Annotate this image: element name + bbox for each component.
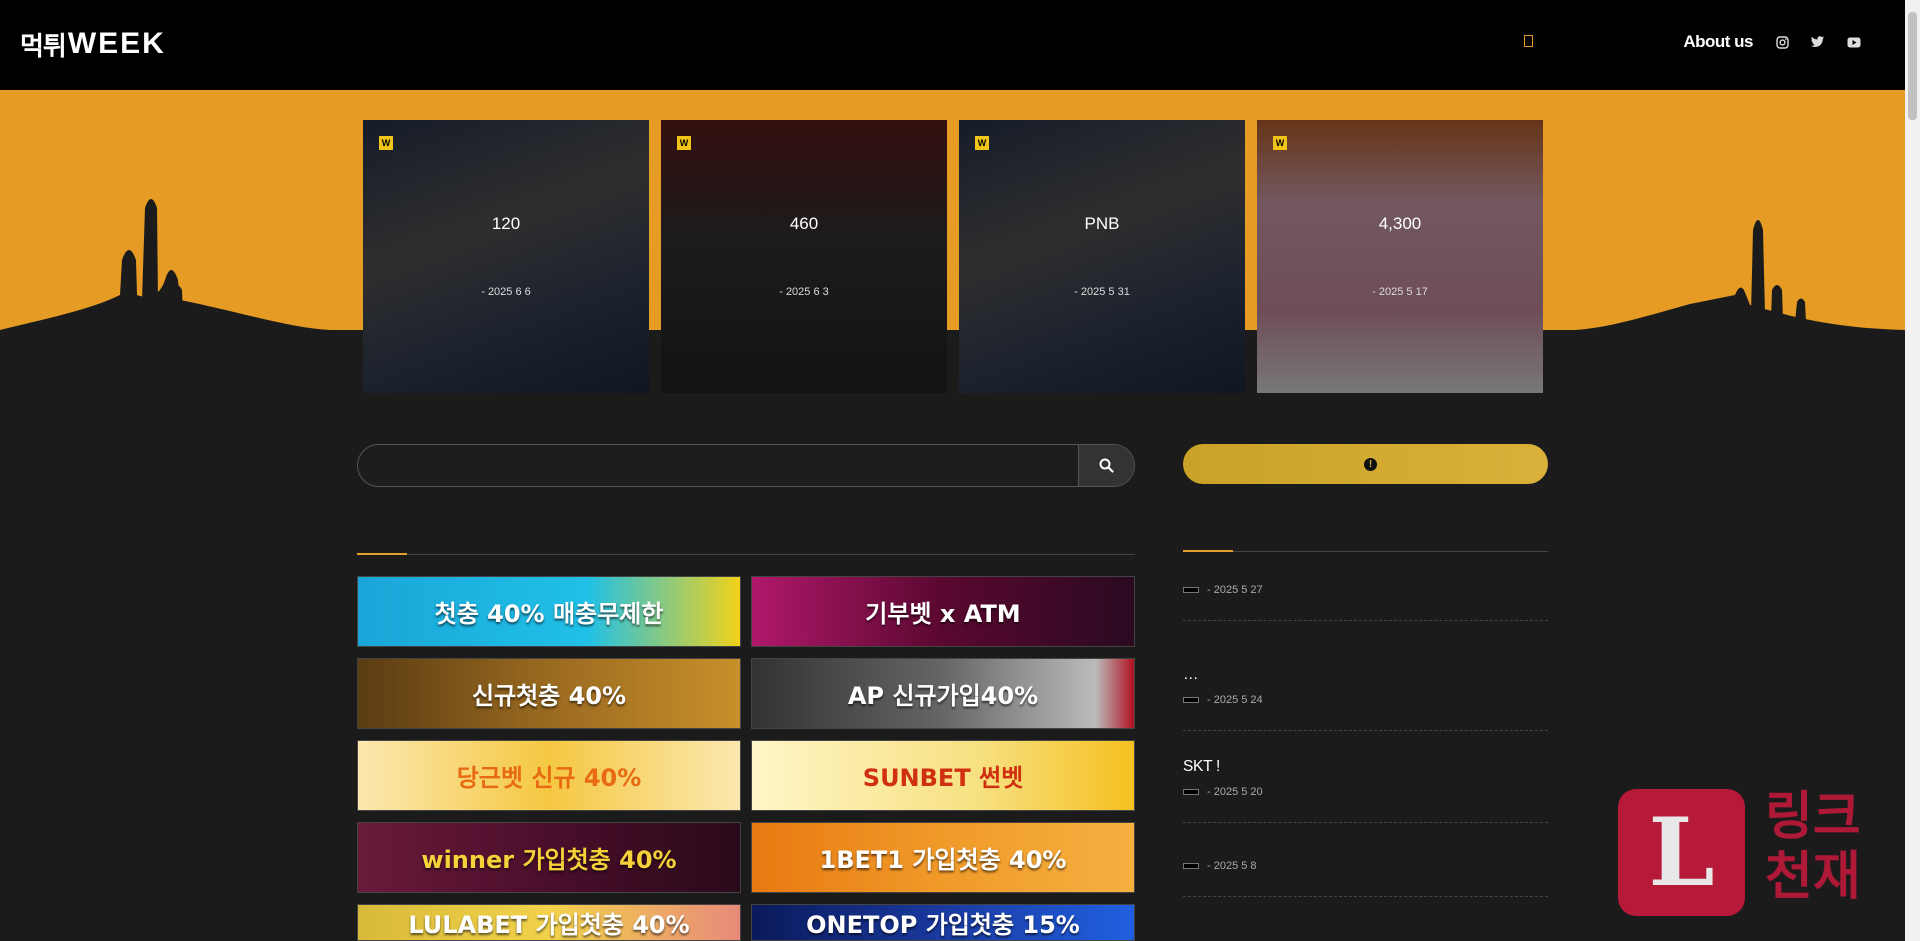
news-title[interactable]: …	[1183, 666, 1548, 684]
banner-ad[interactable]: 첫충 40% 매충무제한	[357, 576, 741, 647]
twitter-icon[interactable]	[1811, 35, 1825, 49]
news-meta: - 2025 5 24	[1183, 694, 1548, 706]
banner-ad[interactable]: ONETOP 가입첫충 15%	[751, 904, 1135, 941]
news-item: - 2025 5 27	[1183, 574, 1548, 621]
news-separator	[1183, 730, 1548, 731]
card-meta: - 2025 5 17	[1372, 286, 1428, 298]
social-links	[1775, 35, 1861, 49]
search-bar	[357, 444, 1135, 487]
news-date: - 2025 5 20	[1207, 786, 1263, 798]
banner-text: winner 가입첫충 40%	[421, 846, 677, 874]
news-item: - 2025 5 8	[1183, 850, 1548, 897]
exclamation-icon: !	[1364, 457, 1377, 471]
banner-text: 1BET1 가입첫충 40%	[819, 846, 1067, 874]
drip-decoration	[0, 199, 1905, 395]
search-icon	[1099, 458, 1114, 473]
card-meta: - 2025 5 31	[1074, 286, 1130, 298]
card-title[interactable]: 4,300	[1281, 212, 1519, 236]
main-nav: About us	[1524, 0, 1861, 84]
card-badge: W	[975, 136, 989, 150]
news-category-tag[interactable]	[1183, 587, 1199, 593]
watermark-letter: L	[1618, 789, 1745, 916]
banner-text: 기부벳 x ATM	[865, 600, 1021, 628]
banner-ad[interactable]: 당근벳 신규 40%	[357, 740, 741, 811]
site-header: 먹튀 WEEK About us	[0, 0, 1905, 90]
banner-ad[interactable]: 신규첫충 40%	[357, 658, 741, 729]
banner-text: 당근벳 신규 40%	[456, 764, 642, 792]
hero-section: W 120 - 2025 6 6 W 460 - 2025 6 3 W PNB …	[0, 90, 1905, 395]
section-divider	[357, 554, 1135, 555]
banner-text: SUNBET 썬벳	[862, 764, 1024, 792]
news-category-tag[interactable]	[1183, 697, 1199, 703]
banner-ad[interactable]: AP 신규가입40%	[751, 658, 1135, 729]
notice-button[interactable]: !	[1183, 444, 1548, 484]
banner-ad[interactable]: 1BET1 가입첫충 40%	[751, 822, 1135, 893]
logo-english-text: WEEK	[67, 27, 166, 60]
news-item: SKT ! - 2025 5 20	[1183, 758, 1548, 823]
card-badge: W	[379, 136, 393, 150]
card-overlay	[661, 120, 947, 393]
search-input[interactable]	[358, 445, 1078, 486]
news-title[interactable]: SKT !	[1183, 758, 1548, 776]
card-meta: - 2025 6 6	[481, 286, 531, 298]
card-title[interactable]: 120	[387, 212, 625, 236]
home-icon	[1524, 35, 1534, 47]
logo-korean-text: 먹튀	[20, 31, 67, 62]
watermark-logo: L 링크 천재	[1615, 787, 1905, 917]
news-date: - 2025 5 27	[1207, 584, 1263, 596]
news-meta: - 2025 5 27	[1183, 584, 1548, 596]
banner-ad[interactable]: SUNBET 썬벳	[751, 740, 1135, 811]
news-item: … - 2025 5 24	[1183, 666, 1548, 731]
instagram-icon[interactable]	[1775, 35, 1789, 49]
banner-text: AP 신규가입40%	[847, 682, 1039, 710]
news-date: - 2025 5 24	[1207, 694, 1263, 706]
news-category-tag[interactable]	[1183, 789, 1199, 795]
news-separator	[1183, 620, 1548, 621]
card-overlay	[1257, 120, 1543, 393]
news-separator	[1183, 896, 1548, 897]
search-button[interactable]	[1078, 445, 1134, 486]
card-overlay	[959, 120, 1245, 393]
sidebar-underline	[1183, 550, 1233, 552]
watermark-line2: 천재	[1765, 847, 1861, 907]
watermark-text: 링크 천재	[1765, 787, 1861, 907]
page-scrollbar[interactable]	[1905, 0, 1920, 941]
featured-card[interactable]: W 4,300 - 2025 5 17	[1257, 120, 1543, 393]
card-badge: W	[677, 136, 691, 150]
section-underline	[357, 553, 407, 555]
banner-text: ONETOP 가입첫충 15%	[806, 911, 1080, 939]
featured-card[interactable]: W 120 - 2025 6 6	[363, 120, 649, 393]
site-logo[interactable]: 먹튀 WEEK	[20, 27, 166, 62]
scrollbar-thumb[interactable]	[1908, 12, 1917, 120]
card-title[interactable]: PNB	[983, 212, 1221, 236]
featured-card[interactable]: W PNB - 2025 5 31	[959, 120, 1245, 393]
card-meta: - 2025 6 3	[779, 286, 829, 298]
news-meta: - 2025 5 8	[1183, 860, 1548, 872]
news-separator	[1183, 822, 1548, 823]
card-title[interactable]: 460	[685, 212, 923, 236]
youtube-icon[interactable]	[1847, 35, 1861, 49]
banner-text: 첫충 40% 매충무제한	[434, 600, 664, 628]
card-badge: W	[1273, 136, 1287, 150]
nav-home[interactable]	[1524, 32, 1534, 52]
news-meta: - 2025 5 20	[1183, 786, 1548, 798]
nav-about-us[interactable]: About us	[1683, 32, 1753, 52]
watermark-line1: 링크	[1765, 787, 1861, 847]
banner-text: LULABET 가입첫충 40%	[408, 911, 690, 939]
news-category-tag[interactable]	[1183, 863, 1199, 869]
banner-ad[interactable]: winner 가입첫충 40%	[357, 822, 741, 893]
banner-text: 신규첫충 40%	[471, 682, 627, 710]
banner-ad[interactable]: 기부벳 x ATM	[751, 576, 1135, 647]
news-date: - 2025 5 8	[1207, 860, 1257, 872]
featured-card[interactable]: W 460 - 2025 6 3	[661, 120, 947, 393]
sidebar-divider	[1183, 551, 1548, 552]
banner-ad[interactable]: LULABET 가입첫충 40%	[357, 904, 741, 941]
card-overlay	[363, 120, 649, 393]
